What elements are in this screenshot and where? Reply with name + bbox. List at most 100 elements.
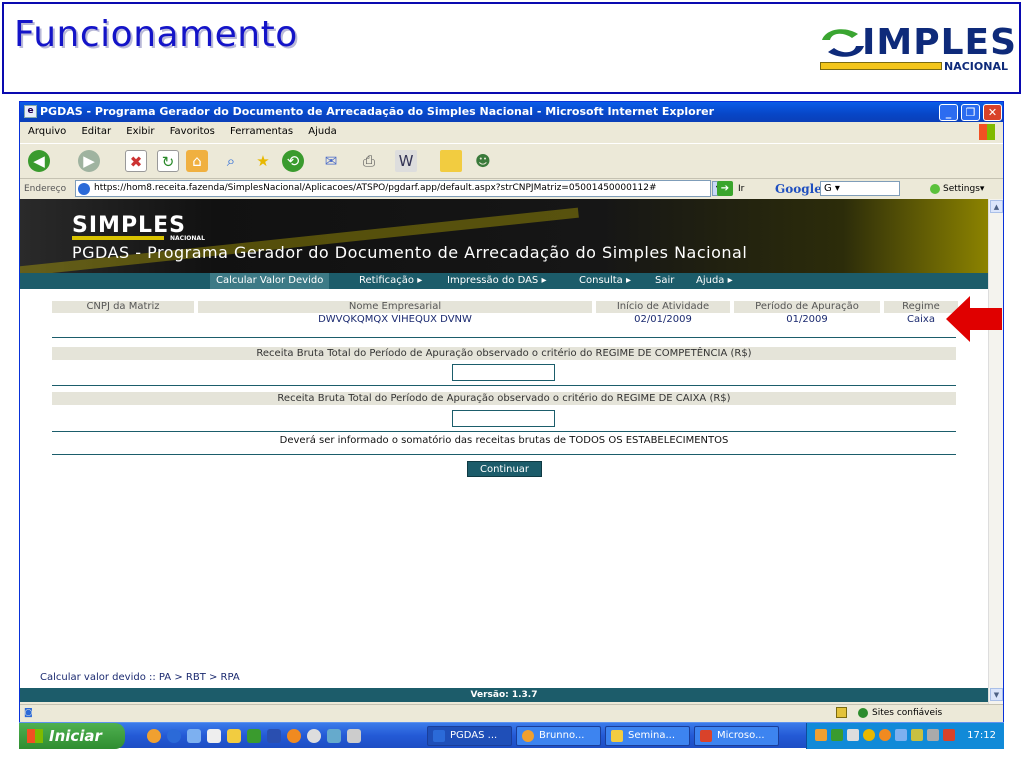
google-search-input[interactable]: G ▾ bbox=[820, 181, 900, 196]
settings-button[interactable]: Settings▾ bbox=[930, 179, 984, 199]
receita-competencia-label: Receita Bruta Total do Período de Apuraç… bbox=[52, 347, 956, 360]
back-icon[interactable]: ◀ bbox=[28, 150, 50, 172]
app-quicklaunch-icon[interactable] bbox=[287, 729, 301, 743]
search-icon[interactable]: ⌕ bbox=[220, 150, 242, 172]
excel-quicklaunch-icon[interactable] bbox=[247, 729, 261, 743]
network-quicklaunch-icon[interactable] bbox=[327, 729, 341, 743]
check-icon bbox=[858, 707, 868, 718]
task-pgdas-label: PGDAS ... bbox=[450, 730, 498, 741]
breadcrumb: Calcular valor devido :: PA > RBT > RPA bbox=[40, 672, 240, 683]
scroll-down-icon[interactable]: ▼ bbox=[990, 688, 1003, 701]
menu-ajuda[interactable]: Ajuda bbox=[308, 126, 336, 137]
tray-sync-icon[interactable] bbox=[895, 729, 907, 741]
window-title: PGDAS - Programa Gerador do Documento de… bbox=[40, 105, 715, 118]
tray-messenger-icon[interactable] bbox=[879, 729, 891, 741]
value-nome-empresarial: DWVQKQMQX VIHEQUX DVNW bbox=[318, 314, 472, 325]
history-icon[interactable]: ⟲ bbox=[282, 150, 304, 172]
go-button[interactable]: Ir bbox=[738, 179, 744, 199]
google-engine-label: G bbox=[824, 183, 832, 194]
refresh-icon[interactable]: ↻ bbox=[157, 150, 179, 172]
close-button[interactable]: ✕ bbox=[983, 104, 1002, 121]
system-tray: 17:12 bbox=[806, 723, 1004, 749]
lock-icon bbox=[836, 707, 847, 718]
logo-bar bbox=[820, 62, 942, 70]
security-zone-label: Sites confiáveis bbox=[872, 708, 943, 718]
nav-sair[interactable]: Sair bbox=[649, 273, 680, 289]
page-viewport: SIMPLES NACIONAL PGDAS - Programa Gerado… bbox=[20, 199, 988, 688]
page-nav: Calcular Valor Devido Retificação ▸ Impr… bbox=[20, 273, 988, 289]
nav-impressao-das[interactable]: Impressão do DAS ▸ bbox=[441, 273, 552, 289]
print-icon[interactable]: ⎙ bbox=[358, 150, 380, 172]
tray-app-icon[interactable] bbox=[815, 729, 827, 741]
address-input[interactable]: https://hom8.receita.fazenda/SimplesNaci… bbox=[75, 180, 711, 197]
messenger-task-icon bbox=[522, 730, 534, 742]
simples-s-swoosh-icon bbox=[822, 29, 864, 57]
taskbar-clock: 17:12 bbox=[967, 730, 996, 741]
separator bbox=[52, 431, 956, 432]
minimize-button[interactable]: _ bbox=[939, 104, 958, 121]
ie-task-icon bbox=[433, 730, 445, 742]
nav-ajuda[interactable]: Ajuda ▸ bbox=[690, 273, 739, 289]
nav-retificacao[interactable]: Retificação ▸ bbox=[353, 273, 428, 289]
word-quicklaunch-icon[interactable] bbox=[267, 729, 281, 743]
security-zone[interactable]: Sites confiáveis bbox=[858, 705, 942, 721]
header-periodo-apuracao: Período de Apuração bbox=[734, 301, 880, 313]
separator bbox=[52, 385, 956, 386]
start-button[interactable]: Iniciar bbox=[19, 723, 125, 749]
browser-window: e PGDAS - Programa Gerador do Documento … bbox=[19, 101, 1004, 747]
browser-toolbar: ◀ ▶ ✖ ↻ ⌂ ⌕ ★ ⟲ ✉ ⎙ W ☻ bbox=[20, 143, 1003, 179]
banner-s-swoosh-icon: S bbox=[72, 213, 89, 238]
word-edit-icon[interactable]: W bbox=[395, 150, 417, 172]
firefox-quicklaunch-icon[interactable] bbox=[147, 729, 161, 743]
notepad-quicklaunch-icon[interactable] bbox=[207, 729, 221, 743]
stop-icon[interactable]: ✖ bbox=[125, 150, 147, 172]
folder-quicklaunch-icon[interactable] bbox=[227, 729, 241, 743]
menu-arquivo[interactable]: Arquivo bbox=[28, 126, 66, 137]
menu-editar[interactable]: Editar bbox=[81, 126, 111, 137]
window-titlebar[interactable]: e PGDAS - Programa Gerador do Documento … bbox=[20, 102, 1003, 122]
menu-ferramentas[interactable]: Ferramentas bbox=[230, 126, 293, 137]
desktop-quicklaunch-icon[interactable] bbox=[187, 729, 201, 743]
tray-alert-icon[interactable] bbox=[943, 729, 955, 741]
restore-button[interactable]: ❐ bbox=[961, 104, 980, 121]
receita-caixa-input[interactable] bbox=[452, 410, 555, 427]
scroll-up-icon[interactable]: ▲ bbox=[990, 200, 1003, 213]
nav-consulta[interactable]: Consulta ▸ bbox=[573, 273, 637, 289]
tray-security-icon[interactable] bbox=[911, 729, 923, 741]
task-brunno[interactable]: Brunno... bbox=[516, 726, 601, 746]
vertical-scrollbar[interactable]: ▲ ▼ bbox=[988, 199, 1003, 704]
keyboard-quicklaunch-icon[interactable] bbox=[347, 729, 361, 743]
tray-display-icon[interactable] bbox=[847, 729, 859, 741]
task-microsoft[interactable]: Microso... bbox=[694, 726, 779, 746]
home-icon[interactable]: ⌂ bbox=[186, 150, 208, 172]
windows-logo-icon bbox=[979, 124, 995, 140]
page-title: PGDAS - Programa Gerador do Documento de… bbox=[72, 243, 748, 262]
continuar-button[interactable]: Continuar bbox=[467, 461, 542, 477]
menu-bar: Arquivo Editar Exibir Favoritos Ferramen… bbox=[20, 122, 1003, 142]
tray-network-icon[interactable] bbox=[831, 729, 843, 741]
receita-caixa-label: Receita Bruta Total do Período de Apuraç… bbox=[52, 392, 956, 405]
task-semina[interactable]: Semina... bbox=[605, 726, 690, 746]
logo-subtitle: NACIONAL bbox=[944, 60, 1008, 73]
tray-volume-icon[interactable] bbox=[927, 729, 939, 741]
nav-calcular-valor-devido[interactable]: Calcular Valor Devido bbox=[210, 273, 330, 289]
ie-quicklaunch-icon[interactable] bbox=[167, 729, 181, 743]
header-nome-empresarial: Nome Empresarial bbox=[198, 301, 592, 313]
windows-taskbar: Iniciar PGDAS ... Brunno... Semina... Mi… bbox=[19, 722, 1004, 749]
task-pgdas[interactable]: PGDAS ... bbox=[427, 726, 512, 746]
favorites-star-icon[interactable]: ★ bbox=[252, 150, 274, 172]
settings-dot-icon bbox=[930, 183, 940, 194]
status-bar: ◙ Sites confiáveis bbox=[20, 704, 1003, 720]
folder-icon[interactable] bbox=[440, 150, 462, 172]
forward-icon[interactable]: ▶ bbox=[78, 150, 100, 172]
messenger-icon[interactable]: ☻ bbox=[472, 150, 494, 172]
slide-header: Funcionamento IMPLES NACIONAL bbox=[2, 2, 1021, 94]
header-cnpj: CNPJ da Matriz bbox=[52, 301, 194, 313]
tray-search-icon[interactable] bbox=[863, 729, 875, 741]
media-quicklaunch-icon[interactable] bbox=[307, 729, 321, 743]
menu-favoritos[interactable]: Favoritos bbox=[170, 126, 215, 137]
menu-exibir[interactable]: Exibir bbox=[126, 126, 154, 137]
receita-competencia-input[interactable] bbox=[452, 364, 555, 381]
go-arrow-icon[interactable]: ➔ bbox=[717, 181, 733, 196]
mail-icon[interactable]: ✉ bbox=[320, 150, 342, 172]
